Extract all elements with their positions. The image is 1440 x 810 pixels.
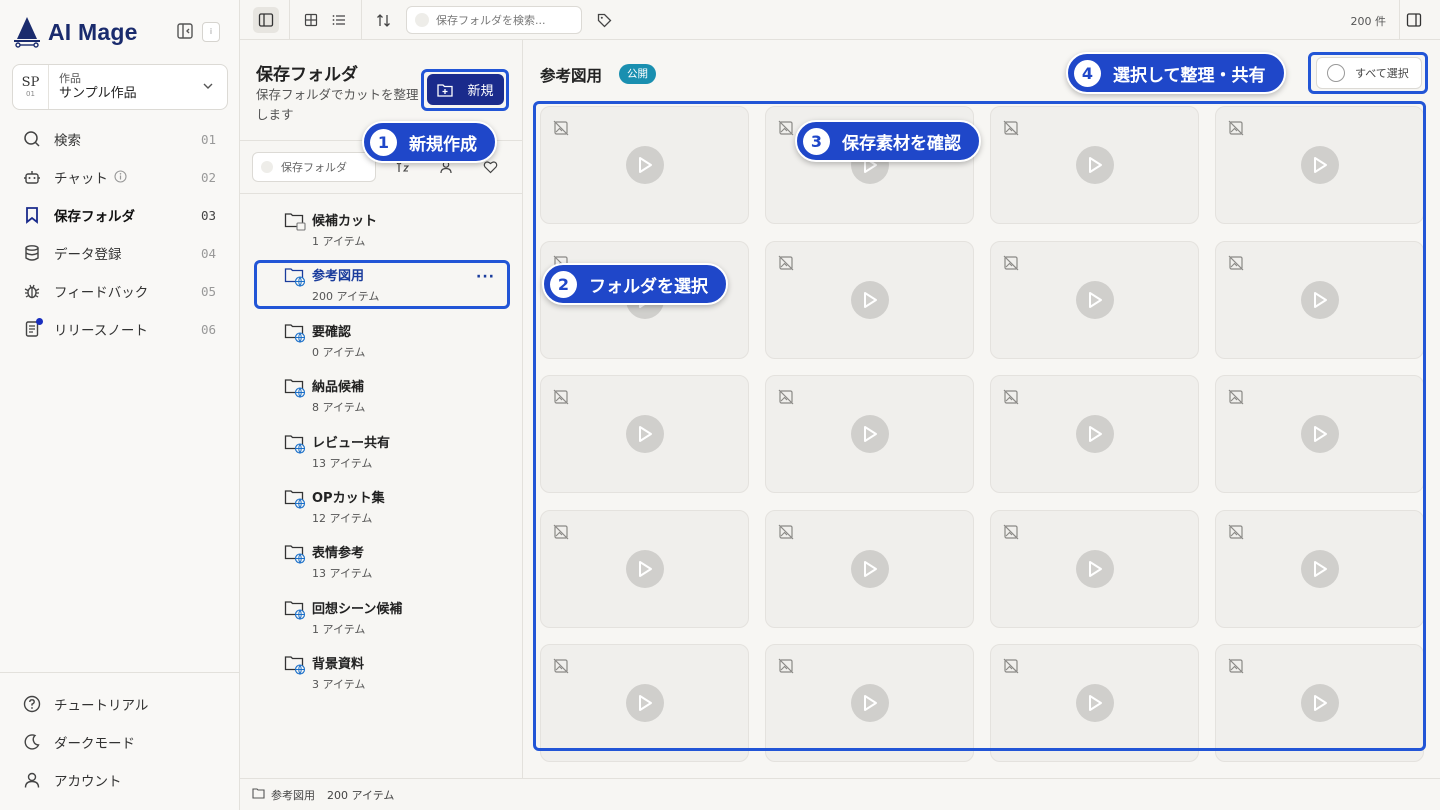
list-view-icon[interactable]: [326, 7, 352, 33]
tutorial-step-1: 1 新規作成: [362, 121, 497, 163]
app-window: AI Mage i SP 01 作品 サンプル作品 検索 01 チャット 02 …: [0, 0, 1440, 810]
folder-shared-icon: [284, 210, 306, 232]
folder-public-icon: [284, 432, 306, 454]
folder-item[interactable]: 候補カット 1 アイテム: [240, 204, 523, 259]
toolbar: 保存フォルダを検索... 200 件: [240, 0, 1440, 40]
highlight-media-grid: [533, 101, 1426, 751]
info-icon: [114, 168, 127, 187]
grid-view-icon[interactable]: [298, 7, 324, 33]
status-item-count: 200 アイテム: [327, 788, 395, 802]
nav-item-feedback[interactable]: フィードバック 05: [0, 272, 240, 310]
shortcut-hint: i: [202, 22, 220, 42]
highlight-new-button: [421, 69, 509, 111]
result-count: 200 件: [1350, 15, 1387, 28]
robot-icon: [22, 167, 42, 187]
search-icon: [22, 129, 42, 149]
tag-icon[interactable]: [591, 7, 617, 33]
folder-public-icon: [284, 487, 306, 509]
highlight-selected-folder: [254, 260, 510, 309]
nav-item-tutorial[interactable]: チュートリアル: [0, 685, 240, 723]
folder-filter-input[interactable]: 保存フォルダ: [252, 152, 376, 182]
project-label: 作品: [59, 72, 81, 85]
folder-item[interactable]: レビュー共有 13 アイテム: [240, 426, 523, 481]
folder-item[interactable]: 表情参考 13 アイテム: [240, 536, 523, 591]
folder-public-icon: [284, 598, 306, 620]
status-bar: 参考図用 200 アイテム: [240, 778, 1440, 810]
project-avatar: SP 01: [13, 65, 49, 109]
folder-panel-title: 保存フォルダ: [256, 65, 358, 85]
toggle-panel-icon[interactable]: [253, 7, 279, 33]
folder-icon: [252, 787, 265, 802]
folder-public-icon: [284, 321, 306, 343]
public-badge: 公開: [619, 64, 656, 84]
nav-item-saved-folders[interactable]: 保存フォルダ 03: [0, 196, 240, 234]
brand-name: AI Mage: [48, 18, 138, 45]
nav-item-account[interactable]: アカウント: [0, 761, 240, 799]
toggle-right-panel-icon[interactable]: [1401, 7, 1427, 33]
sidebar: AI Mage i SP 01 作品 サンプル作品 検索 01 チャット 02 …: [0, 0, 240, 810]
folder-public-icon: [284, 653, 306, 676]
nav-item-chat[interactable]: チャット 02: [0, 158, 240, 196]
notification-badge: [36, 318, 43, 325]
folder-item[interactable]: 要確認 0 アイテム: [240, 315, 523, 370]
highlight-select-all: [1308, 52, 1428, 94]
search-icon: [261, 161, 273, 173]
folder-title: 参考図用: [540, 67, 603, 85]
search-input[interactable]: 保存フォルダを検索...: [406, 6, 582, 34]
user-icon: [22, 770, 42, 790]
collapse-sidebar-icon[interactable]: [176, 22, 194, 40]
help-icon: [22, 694, 42, 714]
folder-panel-description: 保存フォルダでカットを整理します: [256, 87, 419, 122]
project-name: サンプル作品: [59, 86, 137, 101]
bug-icon: [22, 281, 42, 301]
nav-item-data-registration[interactable]: データ登録 04: [0, 234, 240, 272]
bookmark-icon: [22, 205, 42, 225]
chevron-down-icon: [201, 78, 221, 97]
folder-public-icon: [284, 542, 306, 565]
wizard-hat-icon: [14, 17, 40, 48]
status-folder-name: 参考図用: [271, 788, 315, 802]
project-selector[interactable]: SP 01 作品 サンプル作品: [12, 64, 228, 110]
database-icon: [22, 243, 42, 263]
moon-icon: [22, 732, 42, 752]
sort-icon[interactable]: [370, 7, 396, 33]
nav-item-dark-mode[interactable]: ダークモード: [0, 723, 240, 761]
tutorial-step-3: 3 保存素材を確認: [795, 120, 981, 162]
brand-logo[interactable]: AI Mage: [12, 14, 138, 50]
nav-item-search[interactable]: 検索 01: [0, 120, 240, 158]
folder-item[interactable]: 回想シーン候補 1 アイテム: [240, 592, 523, 647]
main-nav: 検索 01 チャット 02 保存フォルダ 03 データ登録 04 フィードバック…: [0, 120, 240, 348]
folder-item[interactable]: 背景資料 3 アイテム: [240, 647, 523, 702]
folder-item[interactable]: 納品候補 8 アイテム: [240, 370, 523, 425]
nav-item-release-notes[interactable]: リリースノート 06: [0, 310, 240, 348]
tutorial-step-4: 4 選択して整理・共有: [1066, 52, 1286, 94]
tutorial-step-2: 2 フォルダを選択: [542, 263, 728, 305]
sidebar-footer: チュートリアル ダークモード アカウント: [0, 672, 240, 799]
folder-item[interactable]: OPカット集 12 アイテム: [240, 481, 523, 536]
folder-public-icon: [284, 376, 306, 399]
search-icon: [415, 13, 429, 27]
